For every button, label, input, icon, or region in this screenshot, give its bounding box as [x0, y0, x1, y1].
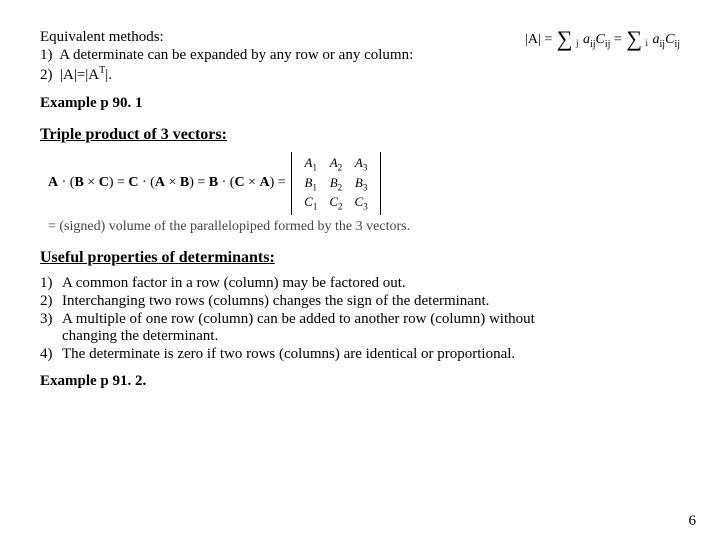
triple-product-equation-block: A · (B × C) = C · (A × B) = B · (C × A) … [40, 152, 680, 235]
example-reference-2: Example p 91. 2. [40, 373, 680, 390]
list-text-line2: changing the determinant. [62, 328, 218, 344]
equiv-item-2: 2) |A|=|AT|. [40, 65, 519, 84]
triple-product-meaning: = (signed) volume of the parallelopiped … [40, 219, 680, 235]
property-item: 3) A multiple of one row (column) can be… [40, 311, 680, 345]
list-text-suffix: |. [105, 67, 112, 83]
equivalent-methods-block: Equivalent methods: 1) A determinate can… [40, 28, 519, 85]
list-text: A multiple of one row (column) can be ad… [62, 311, 680, 345]
heading-triple-product: Triple product of 3 vectors: [40, 126, 680, 144]
cell: B [330, 175, 338, 190]
list-text-line1: A multiple of one row (column) can be ad… [62, 311, 535, 327]
cell: C [304, 194, 313, 209]
determinant-matrix: A1 A2 A3 B1 B2 B3 C1 C2 C3 [291, 152, 381, 215]
list-number: 3) [40, 311, 62, 345]
cofactor-C-sub: ij [674, 39, 680, 50]
properties-list: 1) A common factor in a row (column) may… [40, 275, 680, 363]
cell-sub: 1 [312, 163, 317, 173]
equiv-title: Equivalent methods: [40, 29, 519, 46]
cell-sub: 3 [363, 182, 368, 192]
page-body: Equivalent methods: 1) A determinate can… [0, 0, 720, 390]
list-number: 4) [40, 346, 62, 363]
sum-index: j [576, 38, 579, 48]
cell: A [330, 155, 338, 170]
cell: B [355, 175, 363, 190]
property-item: 2) Interchanging two rows (columns) chan… [40, 293, 680, 310]
equiv-item-1: 1) A determinate can be expanded by any … [40, 47, 519, 64]
cell-sub: 1 [313, 202, 318, 212]
cell-sub: 2 [338, 202, 343, 212]
list-number: 2) [40, 293, 62, 310]
equivalent-methods-row: Equivalent methods: 1) A determinate can… [40, 28, 680, 85]
property-item: 4) The determinate is zero if two rows (… [40, 346, 680, 363]
page-number: 6 [689, 513, 697, 530]
cofactor-C: C [596, 32, 605, 47]
list-number: 1) [40, 47, 53, 63]
list-text: A common factor in a row (column) may be… [62, 275, 680, 292]
list-text: Interchanging two rows (columns) changes… [62, 293, 680, 310]
heading-useful-properties: Useful properties of determinants: [40, 249, 680, 267]
heading-text: Useful properties of determinants [40, 249, 269, 266]
cell-sub: 2 [338, 182, 343, 192]
list-text: The determinate is zero if two rows (col… [62, 346, 680, 363]
cofactor-C-sub: ij [605, 39, 611, 50]
heading-colon: : [269, 249, 274, 266]
cell: C [329, 194, 338, 209]
determinant-expansion-formula: |A| = ∑ j aijCij = ∑ i aijCij [519, 28, 680, 50]
list-number: 1) [40, 275, 62, 292]
list-text-prefix: |A|=|A [60, 67, 99, 83]
property-item: 1) A common factor in a row (column) may… [40, 275, 680, 292]
triple-product-equation: A · (B × C) = C · (A × B) = B · (C × A) … [40, 152, 680, 215]
cell-sub: 3 [363, 163, 368, 173]
sum-index: i [646, 38, 649, 48]
sigma-icon: ∑ j [557, 30, 579, 50]
coef-a: a [653, 32, 660, 47]
coef-a: a [583, 32, 590, 47]
list-text: A determinate can be expanded by any row… [59, 47, 413, 63]
example-reference-1: Example p 90. 1 [40, 95, 680, 112]
triple-lhs: A · (B × C) = C · (A × B) = B · (C × A) … [48, 175, 289, 191]
sigma-icon: ∑ i [626, 30, 648, 50]
formula-lhs: |A| [525, 32, 541, 47]
cell: C [355, 194, 364, 209]
list-number: 2) [40, 67, 53, 83]
cell-sub: 3 [363, 202, 368, 212]
cell: A [355, 155, 363, 170]
cell-sub: 1 [312, 182, 317, 192]
cell-sub: 2 [338, 163, 343, 173]
